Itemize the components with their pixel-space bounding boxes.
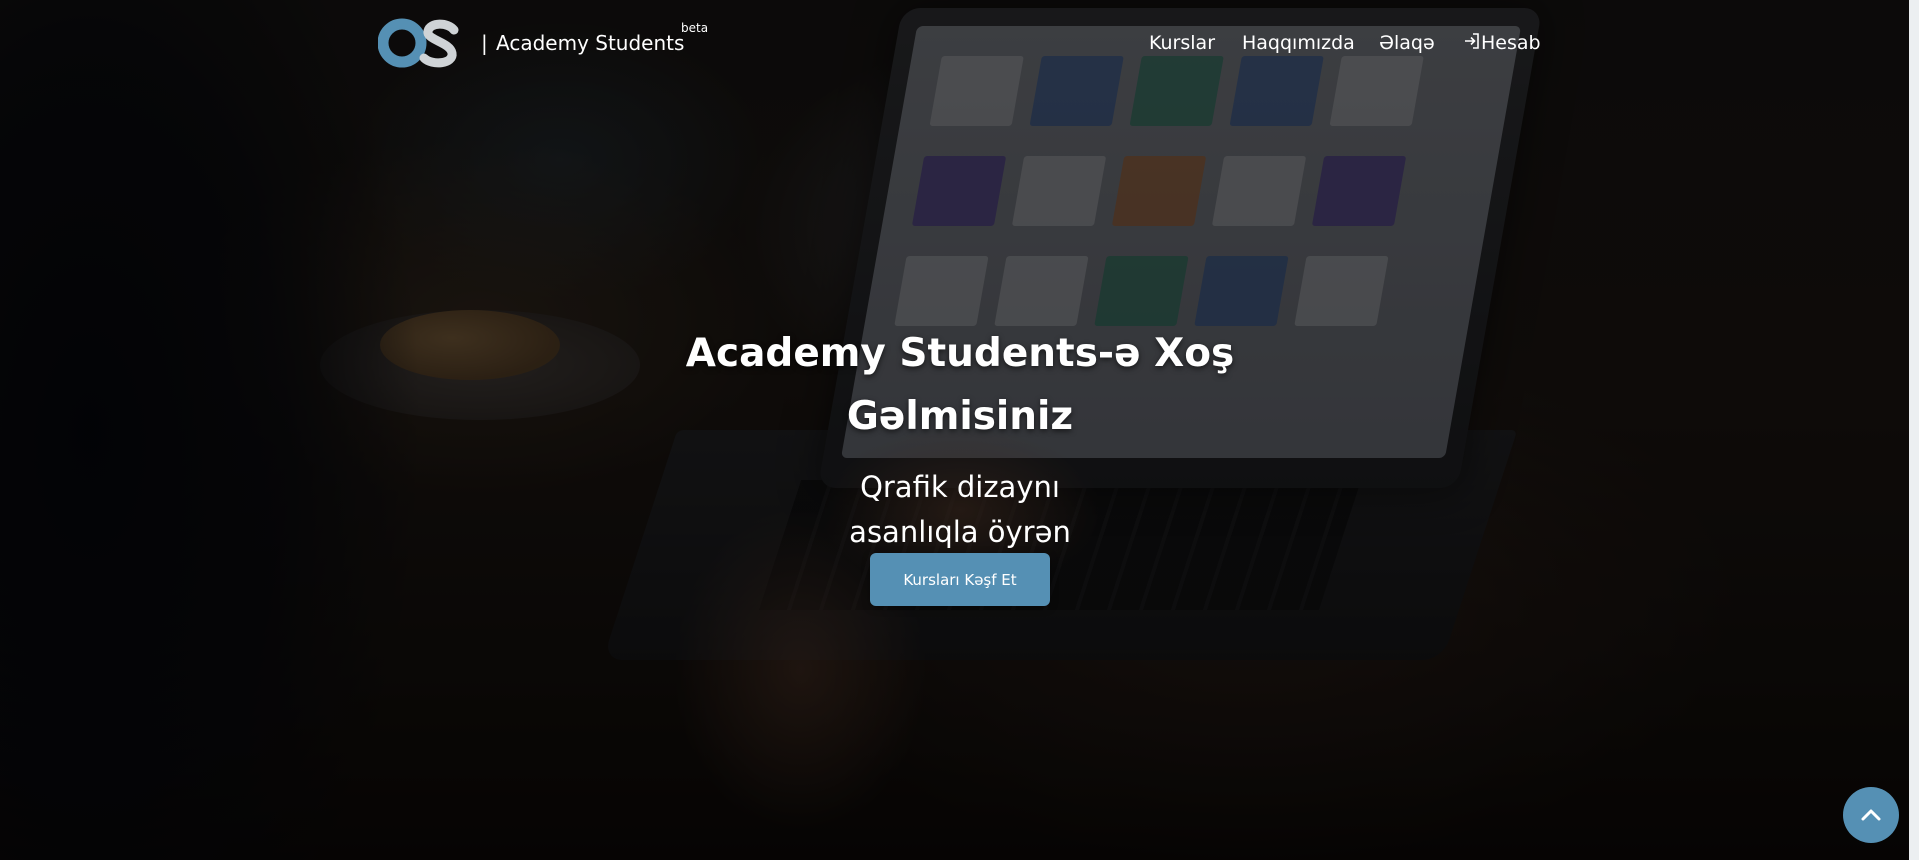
scroll-top-button[interactable] <box>1843 787 1899 843</box>
hero-title-line: Gəlmisiniz <box>846 394 1074 440</box>
nav-item-kurslar[interactable]: Kurslar <box>1149 31 1215 55</box>
login-icon <box>1465 33 1479 49</box>
os-logo-icon[interactable] <box>378 16 462 70</box>
hero-title: Academy Students-ə Xoş Gəlmisiniz <box>560 322 1360 448</box>
nav-item-hesab[interactable]: Hesab <box>1463 31 1541 55</box>
hero-subtitle-line: Qrafik dizaynı <box>860 470 1060 504</box>
nav-item-haqqimizda[interactable]: Haqqımızda <box>1242 31 1355 55</box>
hero-title-line: Academy Students-ə Xoş <box>685 331 1235 377</box>
beta-badge: beta <box>681 21 709 35</box>
landing-page: | Academy Students beta Kurslar Haqqımız… <box>0 0 1919 860</box>
hero-subtitle: Qrafik dizaynı asanlıqla öyrən <box>760 465 1160 555</box>
nav-item-elaqe[interactable]: Əlaqə <box>1379 31 1435 55</box>
scrollbar-track[interactable] <box>1909 0 1919 860</box>
nav-item-hesab-label: Hesab <box>1481 32 1541 54</box>
brand-name[interactable]: Academy Students <box>496 31 684 55</box>
hero-subtitle-line: asanlıqla öyrən <box>849 515 1071 549</box>
explore-courses-button[interactable]: Kursları Kəşf Et <box>870 553 1050 606</box>
site-header: | Academy Students beta Kurslar Haqqımız… <box>0 0 1909 86</box>
brand-separator: | <box>481 31 488 55</box>
chevron-up-icon <box>1861 809 1881 821</box>
